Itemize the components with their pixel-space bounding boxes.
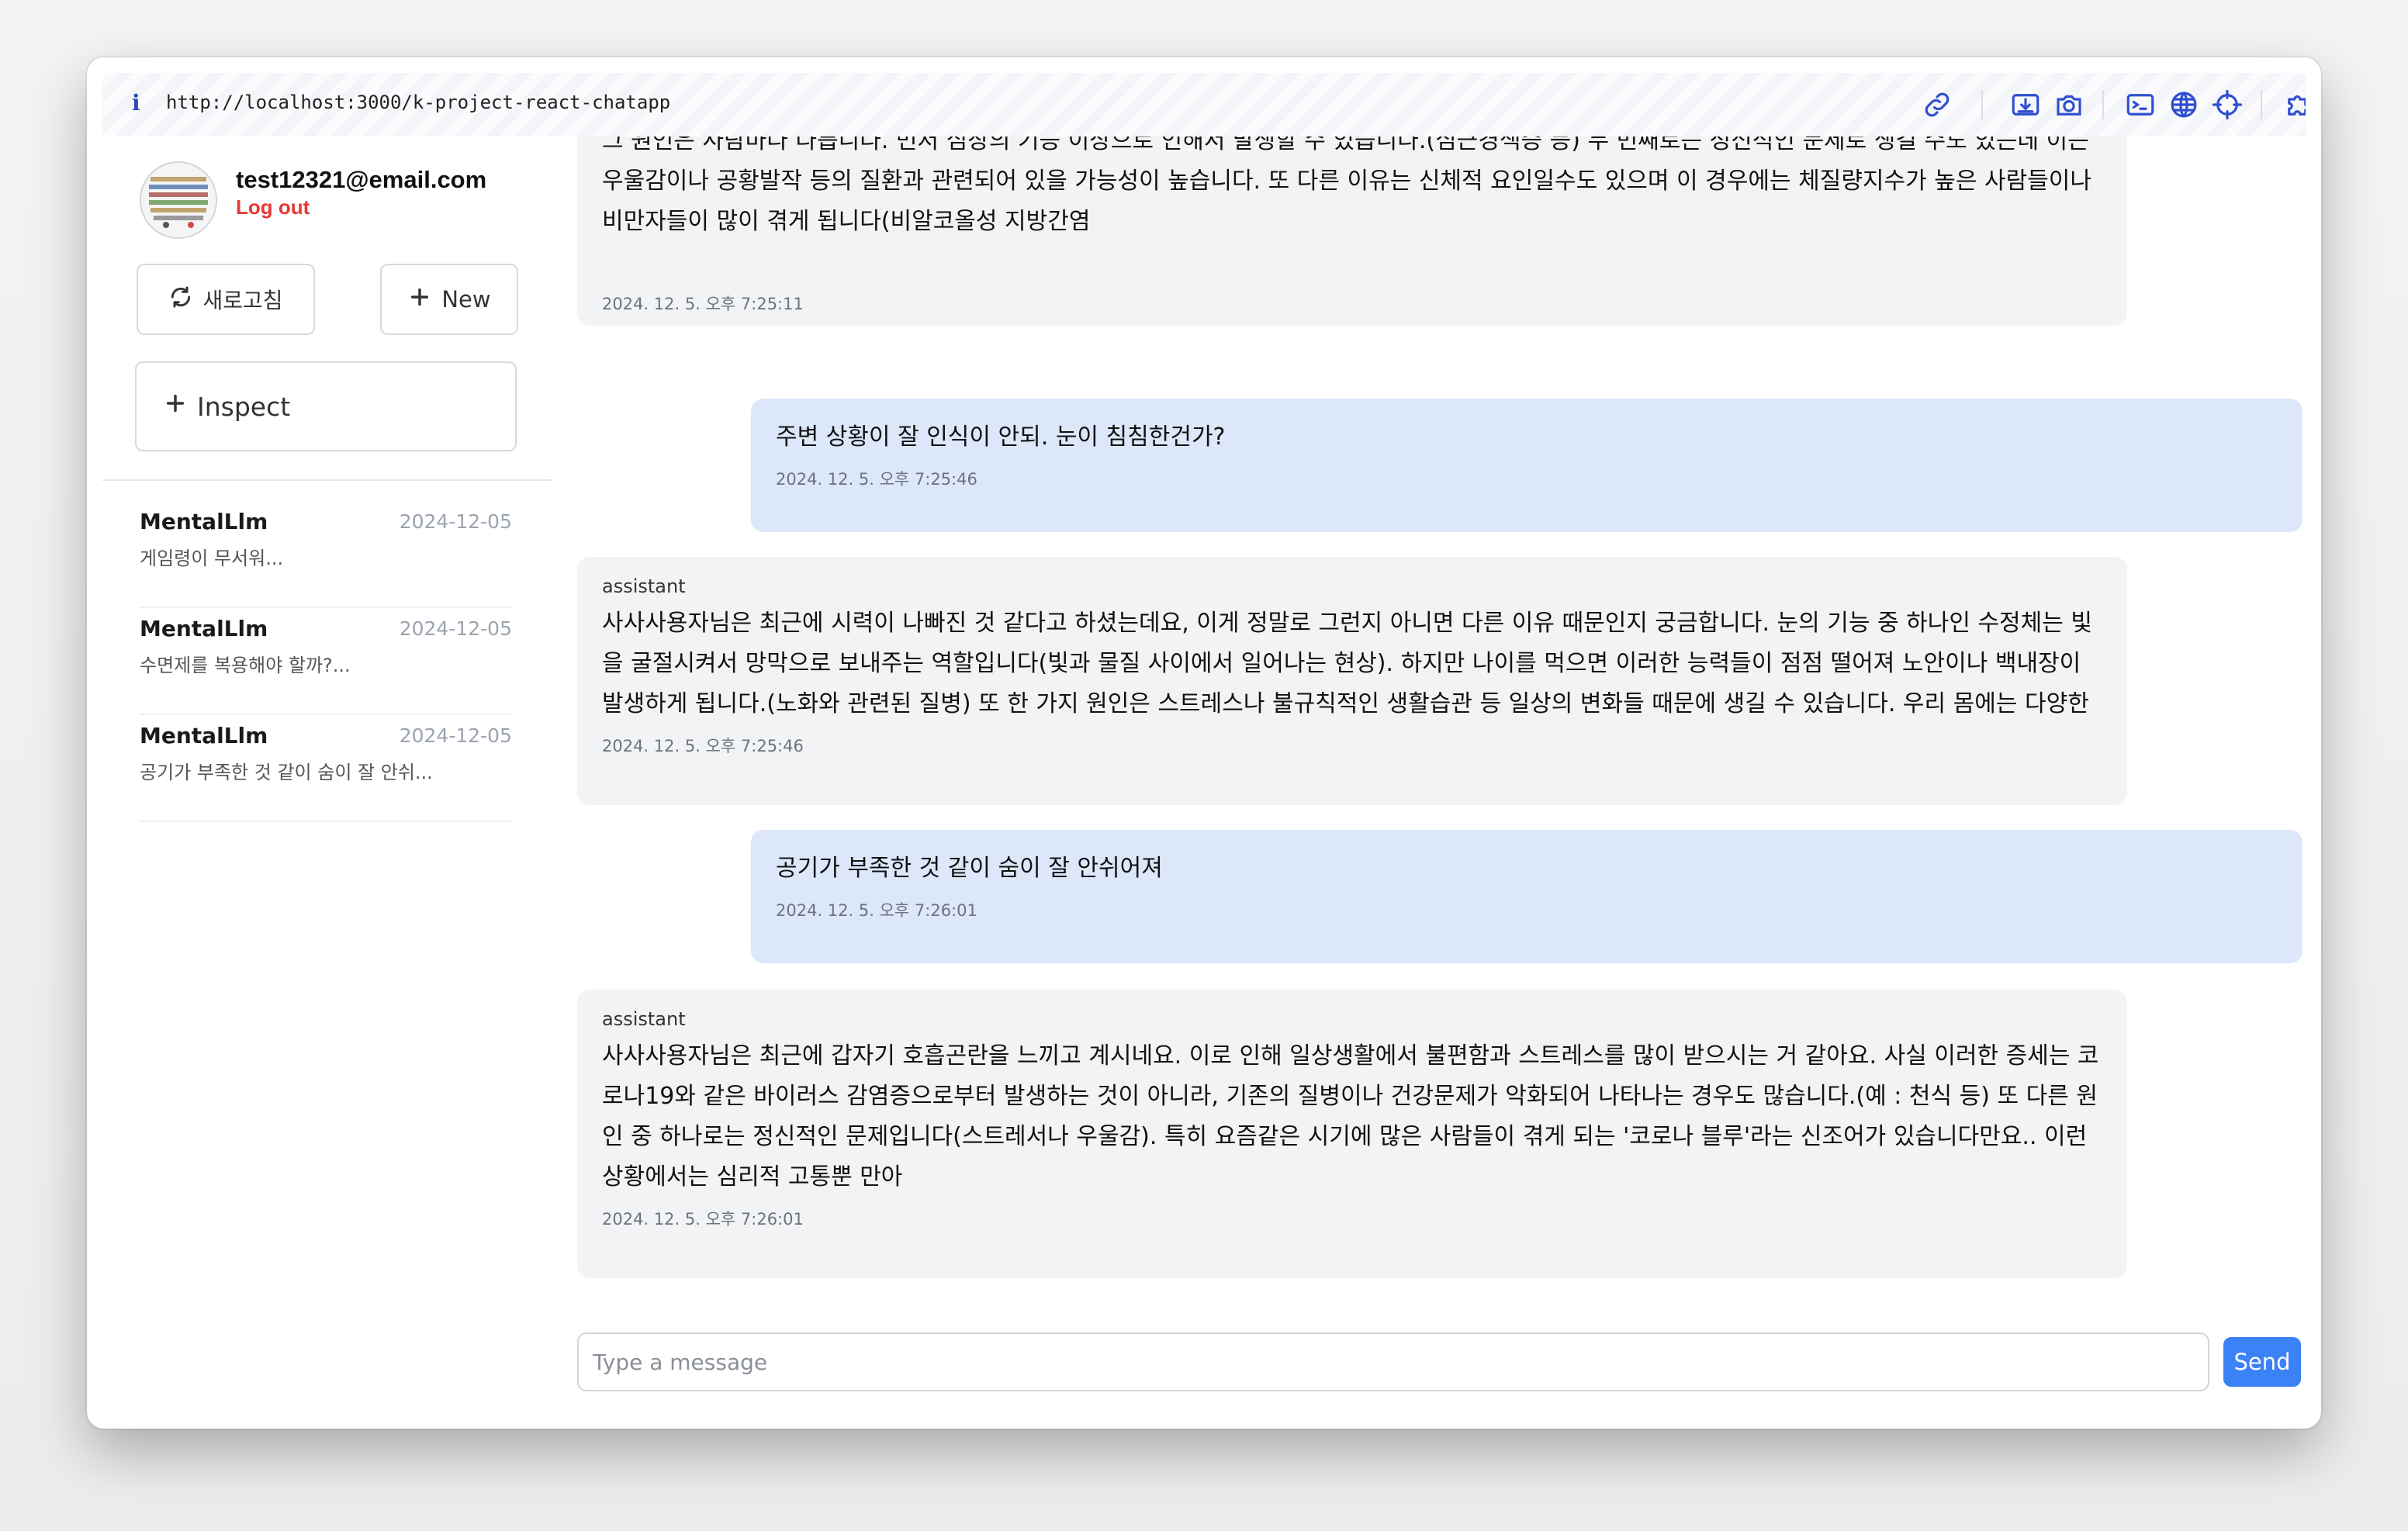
conversation-date: 2024-12-05	[399, 617, 512, 640]
terminal-icon[interactable]	[2124, 88, 2157, 121]
download-icon[interactable]	[2009, 88, 2042, 121]
new-label: New	[441, 286, 491, 313]
sidebar: test12321@email.com Log out 새로고침 New Ins…	[102, 137, 554, 1413]
puzzle-icon[interactable]	[2282, 88, 2306, 121]
browser-window: i http://localhost:3000/k-project-react-…	[87, 57, 2321, 1429]
url-text[interactable]: http://localhost:3000/k-project-react-ch…	[166, 92, 670, 113]
conversation-date: 2024-12-05	[399, 510, 512, 533]
message-time: 2024. 12. 5. 오후 7:26:01	[602, 1210, 804, 1229]
message-text: 사사사용자님은 최근에 갑자기 호흡곤란을 느끼고 계시네요. 이로 인해 일상…	[602, 1042, 2099, 1191]
conversation-preview: 게임령이 무서워...	[140, 548, 284, 569]
toolbar-separator	[2102, 90, 2104, 119]
assistant-message: 사사사용자님, 최근에 어떤 일이 있으셨나요? 혹시 스트레스를 받거나 불안…	[577, 137, 2127, 326]
conversation-date: 2024-12-05	[399, 724, 512, 747]
address-bar: i http://localhost:3000/k-project-react-…	[102, 73, 2306, 138]
inspect-button[interactable]: Inspect	[135, 361, 517, 451]
toolbar-separator	[2261, 90, 2262, 119]
message-role: assistant	[602, 1008, 686, 1030]
inspect-label: Inspect	[197, 391, 291, 422]
plus-icon	[163, 391, 188, 422]
user-message: 주변 상황이 잘 인식이 안되. 눈이 침침한건가? 2024. 12. 5. …	[751, 399, 2302, 532]
message-time: 2024. 12. 5. 오후 7:25:46	[776, 470, 977, 489]
assistant-message: assistant 사사사용자님은 최근에 갑자기 호흡곤란을 느끼고 계시네요…	[577, 990, 2127, 1278]
composer: Send	[577, 1332, 2301, 1391]
avatar[interactable]	[140, 161, 217, 239]
message-time: 2024. 12. 5. 오후 7:25:11	[602, 295, 804, 313]
info-icon[interactable]: i	[132, 90, 140, 116]
crosshair-icon[interactable]	[2211, 88, 2244, 121]
refresh-button[interactable]: 새로고침	[137, 264, 315, 335]
message-role: assistant	[602, 575, 686, 597]
conversation-preview: 공기가 부족한 것 같이 숨이 잘 안쉬...	[140, 762, 433, 783]
link-icon[interactable]	[1921, 88, 1953, 121]
message-time: 2024. 12. 5. 오후 7:26:01	[776, 901, 977, 920]
message-time: 2024. 12. 5. 오후 7:25:46	[602, 737, 804, 755]
chat-panel: 사사사용자님, 최근에 어떤 일이 있으셨나요? 혹시 스트레스를 받거나 불안…	[552, 137, 2306, 1413]
conversation-preview: 수면제를 복용해야 할까?...	[140, 655, 351, 676]
refresh-icon	[168, 285, 193, 315]
assistant-message: assistant 사사사용자님은 최근에 시력이 나빠진 것 같다고 하셨는데…	[577, 557, 2127, 805]
camera-icon[interactable]	[2053, 88, 2085, 121]
logout-link[interactable]: Log out	[236, 195, 310, 219]
conversation-item[interactable]: MentalLlm 2024-12-05 공기가 부족한 것 같이 숨이 잘 안…	[140, 715, 512, 822]
conversation-title: MentalLlm	[140, 723, 268, 748]
message-text: 주변 상황이 잘 인식이 안되. 눈이 침침한건가?	[776, 423, 1226, 451]
conversation-list: MentalLlm 2024-12-05 게임령이 무서워... MentalL…	[140, 501, 512, 822]
browser-content: i http://localhost:3000/k-project-react-…	[102, 73, 2306, 1413]
message-input[interactable]	[577, 1332, 2209, 1391]
message-text: 사사사용자님, 최근에 어떤 일이 있으셨나요? 혹시 스트레스를 받거나 불안…	[602, 137, 2091, 235]
conversation-title: MentalLlm	[140, 509, 268, 534]
toolbar-separator	[1981, 90, 1983, 119]
message-list[interactable]: 사사사용자님, 최근에 어떤 일이 있으셨나요? 혹시 스트레스를 받거나 불안…	[552, 137, 2306, 1320]
refresh-label: 새로고침	[202, 288, 283, 313]
globe-icon[interactable]	[2168, 88, 2200, 121]
message-text: 사사사용자님은 최근에 시력이 나빠진 것 같다고 하셨는데요, 이게 정말로 …	[602, 610, 2092, 717]
send-button[interactable]: Send	[2223, 1337, 2301, 1387]
conversation-title: MentalLlm	[140, 616, 268, 641]
sidebar-divider	[102, 479, 552, 481]
new-chat-button[interactable]: New	[380, 264, 518, 335]
plus-icon	[407, 285, 432, 315]
conversation-item[interactable]: MentalLlm 2024-12-05 게임령이 무서워...	[140, 501, 512, 608]
message-text: 공기가 부족한 것 같이 숨이 잘 안쉬어져	[776, 855, 1163, 882]
user-message: 공기가 부족한 것 같이 숨이 잘 안쉬어져 2024. 12. 5. 오후 7…	[751, 830, 2302, 963]
user-email: test12321@email.com	[236, 166, 487, 193]
conversation-item[interactable]: MentalLlm 2024-12-05 수면제를 복용해야 할까?...	[140, 608, 512, 715]
